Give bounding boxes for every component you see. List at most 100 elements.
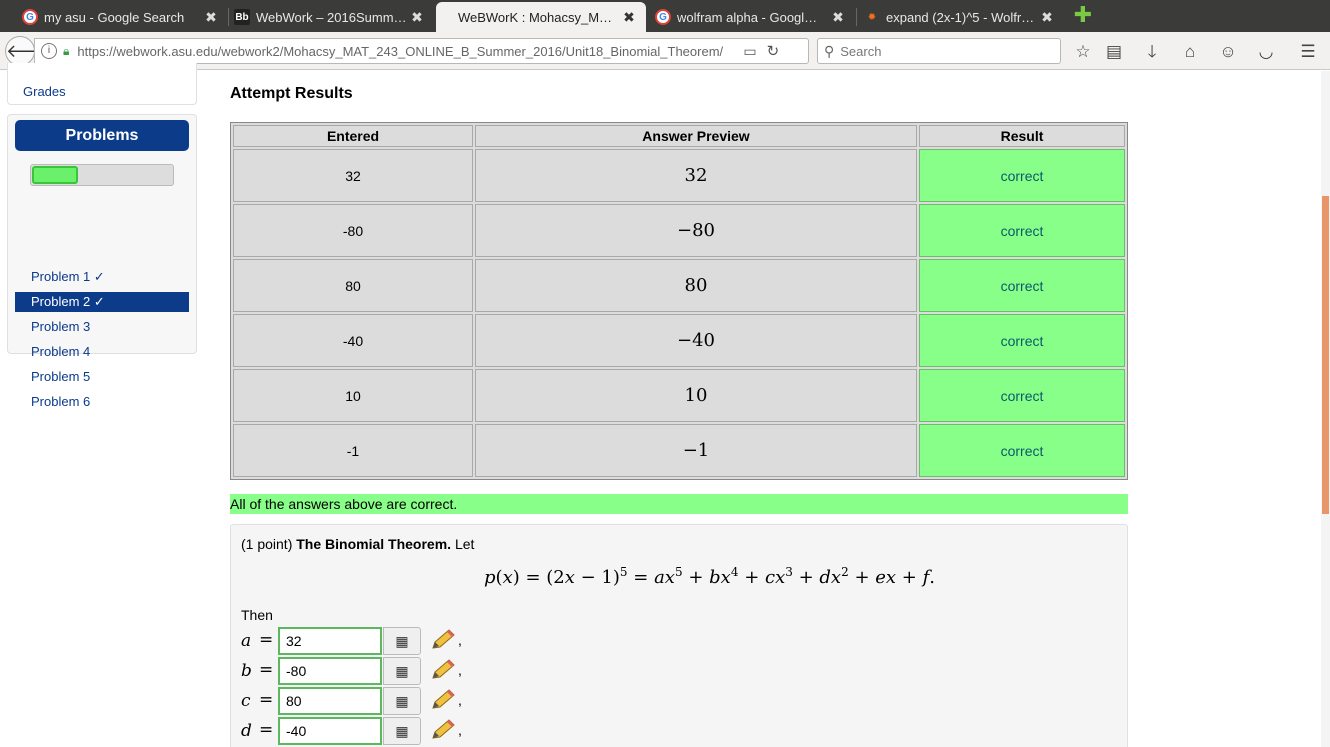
answer-input-a[interactable] xyxy=(278,627,382,655)
answer-variable: a xyxy=(241,631,252,651)
url-text[interactable]: https://webwork.asu.edu/webwork2/Mohacsy… xyxy=(77,44,737,59)
answer-variable: b xyxy=(241,661,252,681)
equals-sign: = xyxy=(259,720,274,740)
new-tab-icon[interactable]: ✚ xyxy=(1072,4,1094,26)
scrollbar-thumb[interactable] xyxy=(1322,196,1329,514)
problem-link-1[interactable]: Problem 1 ✓ xyxy=(15,267,189,287)
back-arrow-icon[interactable]: 🡐 xyxy=(5,36,54,66)
column-header: Result xyxy=(919,125,1125,147)
google-icon: G xyxy=(655,9,671,25)
progress-fill xyxy=(32,166,78,184)
pencil-icon[interactable] xyxy=(429,658,457,682)
entered-cell: -1 xyxy=(233,424,473,477)
browser-tab-active[interactable]: WeBWorK : Mohacsy_M… ✖ xyxy=(436,2,646,32)
problem-statement-box: (1 point) The Binomial Theorem. Let p(x)… xyxy=(230,524,1128,747)
equals-sign: = xyxy=(259,660,274,680)
problem-name: The Binomial Theorem. xyxy=(296,536,452,552)
preview-cell: −1 xyxy=(475,424,917,477)
table-row: 10 10 correct xyxy=(233,369,1125,422)
table-row: 80 80 correct xyxy=(233,259,1125,312)
chat-icon[interactable]: ☺ xyxy=(1217,41,1239,63)
pencil-icon[interactable] xyxy=(429,688,457,712)
menu-icon[interactable]: ☰ xyxy=(1297,41,1319,63)
preview-cell: 80 xyxy=(475,259,917,312)
attempt-results-title: Attempt Results xyxy=(230,85,353,102)
result-cell: correct xyxy=(919,424,1125,477)
problem-link-5[interactable]: Problem 5 xyxy=(15,367,189,387)
keypad-icon[interactable]: ▦ xyxy=(383,657,421,685)
search-input[interactable]: ⚲ Search xyxy=(817,38,1061,64)
url-bar[interactable]: i 🔒︎ https://webwork.asu.edu/webwork2/Mo… xyxy=(34,38,809,64)
result-cell: correct xyxy=(919,259,1125,312)
home-icon[interactable]: ⌂ xyxy=(1179,41,1201,63)
table-row: -80 −80 correct xyxy=(233,204,1125,257)
problem-points: (1 point) xyxy=(241,536,293,552)
preview-cell: 10 xyxy=(475,369,917,422)
pencil-icon[interactable] xyxy=(429,718,457,742)
result-cell: correct xyxy=(919,204,1125,257)
reading-list-icon[interactable]: ▤ xyxy=(1103,41,1125,63)
comma: , xyxy=(458,692,462,708)
download-icon[interactable]: 🡓 xyxy=(1141,41,1163,63)
preview-cell: 32 xyxy=(475,149,917,202)
entered-cell: -80 xyxy=(233,204,473,257)
browser-tab[interactable]: Bb WebWork – 2016Summ… ✖ xyxy=(212,2,434,32)
pocket-icon[interactable]: ◡ xyxy=(1255,41,1277,63)
problem-link-2[interactable]: Problem 2 ✓ xyxy=(15,292,189,312)
keypad-icon[interactable]: ▦ xyxy=(383,627,421,655)
comma: , xyxy=(458,632,462,648)
info-icon[interactable]: i xyxy=(41,43,57,59)
keypad-icon[interactable]: ▦ xyxy=(383,687,421,715)
answer-variable: c xyxy=(241,691,251,711)
answer-input-c[interactable] xyxy=(278,687,382,715)
problem-link-6[interactable]: Problem 6 xyxy=(15,392,189,412)
pencil-icon[interactable] xyxy=(429,628,457,652)
close-tab-icon[interactable]: ✖ xyxy=(1038,9,1056,26)
answer-variable: d xyxy=(241,721,252,741)
entered-cell: -40 xyxy=(233,314,473,367)
equals-sign: = xyxy=(259,630,274,650)
result-cell: correct xyxy=(919,314,1125,367)
table-header-row: Entered Answer Preview Result xyxy=(233,125,1125,147)
tab-title: expand (2x-1)^5 - Wolfr… xyxy=(886,9,1035,25)
browser-tab[interactable]: G wolfram alpha - Googl… ✖ xyxy=(633,2,855,32)
problem-link-3[interactable]: Problem 3 xyxy=(15,317,189,337)
search-icon: ⚲ xyxy=(824,42,835,59)
tab-title: my asu - Google Search xyxy=(44,9,185,25)
browser-tab[interactable]: ✹ expand (2x-1)^5 - Wolfr… ✖ xyxy=(842,2,1064,32)
reload-icon[interactable]: ↻ xyxy=(767,42,780,60)
browser-tab-bar: G my asu - Google Search ✖ Bb WebWork – … xyxy=(0,0,1330,32)
grades-link[interactable]: Grades xyxy=(23,84,66,99)
progress-bar xyxy=(30,164,174,186)
entered-cell: 80 xyxy=(233,259,473,312)
page-content: Grades Problems Problem 1 ✓ Problem 2 ✓ … xyxy=(0,63,1330,747)
all-correct-banner: All of the answers above are correct. xyxy=(230,494,1128,514)
bookmark-star-icon[interactable]: ☆ xyxy=(1072,41,1094,63)
entered-cell: 32 xyxy=(233,149,473,202)
binomial-equation: p(x) = (2x − 1)5 = ax5 + bx4 + cx3 + dx2… xyxy=(484,565,936,588)
problems-header[interactable]: Problems xyxy=(15,120,189,151)
entered-cell: 10 xyxy=(233,369,473,422)
tab-title: WebWork – 2016Summ… xyxy=(256,9,407,25)
answer-input-b[interactable] xyxy=(278,657,382,685)
browser-tab[interactable]: G my asu - Google Search ✖ xyxy=(0,2,228,32)
attempt-results-table: Entered Answer Preview Result 32 32 corr… xyxy=(230,122,1128,480)
problem-link-4[interactable]: Problem 4 xyxy=(15,342,189,362)
equals-sign: = xyxy=(259,690,274,710)
problem-let: Let xyxy=(454,536,475,552)
then-label: Then xyxy=(241,607,273,623)
wolfram-icon: ✹ xyxy=(867,11,877,23)
problem-intro: (1 point) The Binomial Theorem. Let xyxy=(241,536,474,552)
preview-cell: −80 xyxy=(475,204,917,257)
answer-input-d[interactable] xyxy=(278,717,382,745)
reader-view-icon[interactable]: ▭ xyxy=(743,43,756,60)
column-header: Answer Preview xyxy=(475,125,917,147)
comma: , xyxy=(458,722,462,738)
column-header: Entered xyxy=(233,125,473,147)
close-tab-icon[interactable]: ✖ xyxy=(408,9,426,26)
lock-icon[interactable]: 🔒︎ xyxy=(63,44,69,59)
keypad-icon[interactable]: ▦ xyxy=(383,717,421,745)
table-row: -1 −1 correct xyxy=(233,424,1125,477)
result-cell: correct xyxy=(919,149,1125,202)
tab-title: WeBWorK : Mohacsy_M… xyxy=(457,9,613,25)
